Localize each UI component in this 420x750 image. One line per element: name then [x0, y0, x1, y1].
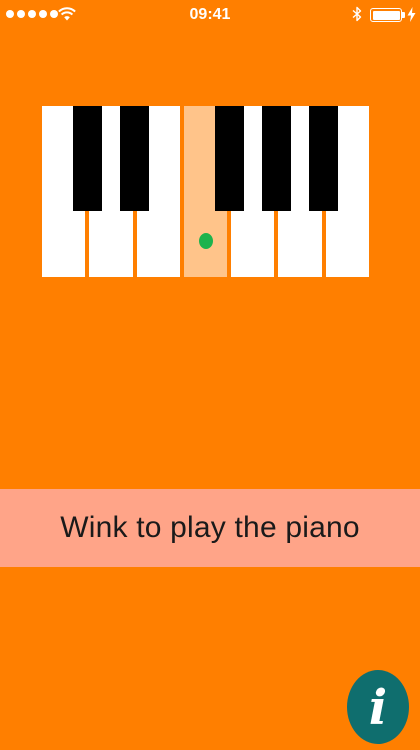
instruction-banner: Wink to play the piano — [0, 489, 420, 567]
bluetooth-icon — [352, 6, 362, 22]
battery-icon — [370, 8, 402, 22]
battery-tip — [402, 12, 405, 18]
black-key[interactable] — [261, 106, 291, 211]
info-icon: i — [368, 680, 388, 736]
black-key[interactable] — [214, 106, 244, 211]
gaze-dot — [198, 233, 213, 249]
battery-fill — [372, 10, 400, 20]
info-button[interactable]: i — [347, 670, 409, 744]
charging-icon — [407, 7, 416, 22]
black-key[interactable] — [120, 106, 150, 211]
instruction-text: Wink to play the piano — [60, 511, 360, 544]
black-key[interactable] — [72, 106, 102, 211]
piano-keyboard[interactable] — [42, 106, 369, 277]
black-key[interactable] — [309, 106, 339, 211]
status-bar: 09:41 — [0, 0, 420, 30]
